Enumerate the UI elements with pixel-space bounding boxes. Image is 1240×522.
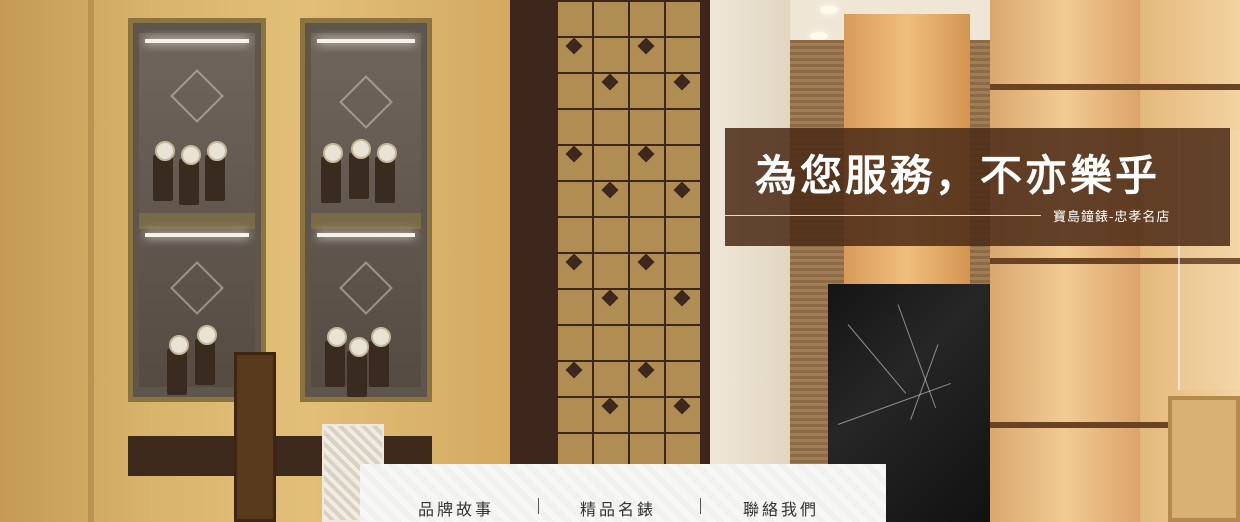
hero-headline: 為您服務，不亦樂乎 <box>755 151 1161 200</box>
lattice-screen <box>556 0 702 470</box>
nav-item-contact[interactable]: 聯絡我們 <box>743 496 819 520</box>
headline-overlay: 為您服務，不亦樂乎 寶島鐘錶-忠孝名店 <box>725 128 1230 246</box>
nav-separator <box>538 498 539 514</box>
hero-banner: 為您服務，不亦樂乎 寶島鐘錶-忠孝名店 <box>0 0 1240 522</box>
display-cabinet-left <box>128 18 266 402</box>
nav-separator <box>700 498 701 514</box>
main-nav: 品牌故事 精品名錶 聯絡我們 <box>360 464 886 522</box>
wood-counter <box>1168 396 1240 522</box>
nav-item-watches[interactable]: 精品名錶 <box>580 496 656 520</box>
headline-divider <box>725 215 1041 216</box>
display-cabinet-right <box>300 18 432 402</box>
nav-item-brand-story[interactable]: 品牌故事 <box>418 496 494 520</box>
hero-subline: 寶島鐘錶-忠孝名店 <box>1053 210 1171 225</box>
chair <box>234 352 276 522</box>
